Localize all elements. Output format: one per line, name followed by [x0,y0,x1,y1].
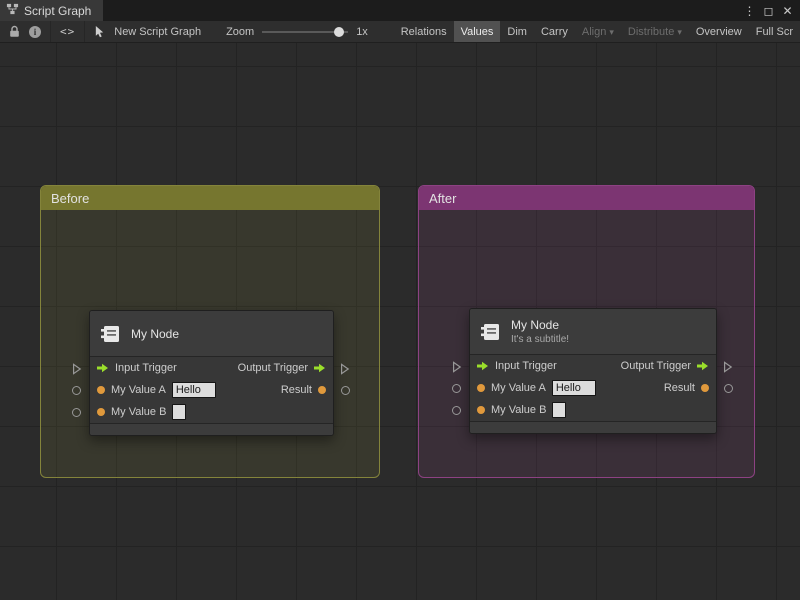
maximize-icon[interactable]: ◻ [760,4,777,18]
node-icon [100,323,122,345]
zoom-label: Zoom [226,25,255,38]
ext-trigger-in-port[interactable] [452,361,462,373]
ext-trigger-out-port[interactable] [723,361,733,373]
graph-toolbar: i <> New Script Graph Zoom 1x Relations … [0,21,800,43]
align-label: Align [581,26,607,38]
port-row-triggers: Input Trigger Output Trigger [90,357,333,379]
group-before[interactable]: Before My Node Input Trigger Output Trig… [40,185,380,478]
group-after-header[interactable]: After [419,186,754,210]
carry-button[interactable]: Carry [534,21,575,42]
zoom-value: 1x [356,25,368,38]
align-dropdown: Align ▾ [575,21,621,42]
ext-result-port[interactable] [724,384,733,393]
group-after-body: My Node It's a subtitle! Input Trigger O… [419,210,754,477]
distribute-dropdown: Distribute ▾ [621,21,689,42]
ext-trigger-in-port[interactable] [72,363,82,375]
group-title: After [429,190,457,206]
group-before-body: My Node Input Trigger Output Trigger My … [41,210,379,477]
values-button[interactable]: Values [453,21,501,42]
node-title: My Node [511,318,560,332]
lock-icon[interactable] [9,25,20,38]
distribute-label: Distribute [627,26,675,38]
toolbar-graph-segment: New Script Graph [85,21,210,42]
value-a-input[interactable] [551,380,596,396]
value-a-port-icon[interactable] [97,386,105,394]
value-a-label: My Value A [491,382,546,394]
chevron-down-icon: ▾ [609,26,614,37]
output-trigger-port-icon[interactable] [314,363,326,373]
port-row-value-a: My Value A Result [470,377,716,399]
toolbar-code-segment: <> [51,21,86,42]
value-b-label: My Value B [491,404,547,416]
result-label: Result [280,384,312,396]
ext-value-b-port[interactable] [452,406,461,415]
ext-value-a-port[interactable] [72,386,81,395]
info-icon[interactable]: i [29,25,41,38]
dim-button[interactable]: Dim [500,21,534,42]
close-icon[interactable]: ✕ [779,4,796,18]
port-row-value-b: My Value B [470,399,716,421]
value-a-port-icon[interactable] [477,384,485,392]
input-trigger-port-icon[interactable] [477,361,489,371]
input-trigger-label: Input Trigger [495,360,557,372]
node-my-node-after[interactable]: My Node It's a subtitle! Input Trigger O… [452,308,733,434]
graph-cursor-icon [94,25,105,38]
relations-button[interactable]: Relations [394,21,454,42]
node-header[interactable]: My Node It's a subtitle! [470,309,716,355]
zoom-slider[interactable] [262,25,349,39]
code-icon[interactable]: <> [60,25,75,38]
node-ports: Input Trigger Output Trigger My Value A … [470,355,716,421]
result-port-icon[interactable] [318,386,326,394]
value-a-input[interactable] [171,382,216,398]
group-after[interactable]: After My Node It's a subtitle! Input Tri… [418,185,755,478]
toolbar-left-icons: i [0,21,51,42]
group-title: Before [51,190,90,206]
value-b-input[interactable] [172,404,187,420]
result-port-icon[interactable] [701,384,709,392]
port-row-triggers: Input Trigger Output Trigger [470,355,716,377]
value-a-label: My Value A [111,384,166,396]
value-b-input[interactable] [552,402,567,418]
node-subtitle: It's a subtitle! [511,334,570,345]
ext-result-port[interactable] [341,386,350,395]
output-trigger-label: Output Trigger [237,362,308,374]
node-ports: Input Trigger Output Trigger My Value A … [90,357,333,423]
tab-script-graph[interactable]: Script Graph [0,0,104,21]
zoom-control: Zoom 1x [210,21,377,42]
value-b-port-icon[interactable] [97,408,105,416]
node-header[interactable]: My Node [90,311,333,357]
window-controls: ⋮ ◻ ✕ [741,0,800,21]
output-trigger-port-icon[interactable] [697,361,709,371]
node-footer [470,421,716,433]
script-graph-icon [6,3,19,18]
tab-title: Script Graph [24,3,92,18]
overview-button[interactable]: Overview [689,21,749,42]
graph-name-label[interactable]: New Script Graph [114,26,201,38]
node-footer [90,423,333,435]
result-label: Result [663,382,695,394]
node-title: My Node [131,326,180,341]
window-tab-bar: Script Graph ⋮ ◻ ✕ [0,0,800,21]
value-b-port-icon[interactable] [477,406,485,414]
fullscreen-button[interactable]: Full Scr [749,21,800,42]
ext-value-b-port[interactable] [72,408,81,417]
input-trigger-port-icon[interactable] [97,363,109,373]
ext-trigger-out-port[interactable] [340,363,350,375]
toolbar-buttons: Relations Values Dim Carry Align ▾ Distr… [394,21,800,42]
window-menu-icon[interactable]: ⋮ [741,4,758,18]
zoom-slider-handle[interactable] [334,26,345,37]
port-row-value-b: My Value B [90,401,333,423]
input-trigger-label: Input Trigger [115,362,177,374]
node-icon [480,321,502,343]
output-trigger-label: Output Trigger [620,360,691,372]
chevron-down-icon: ▾ [677,26,682,37]
value-b-label: My Value B [111,406,167,418]
node-my-node-before[interactable]: My Node Input Trigger Output Trigger My … [72,310,350,436]
graph-canvas[interactable]: Before My Node Input Trigger Output Trig… [0,43,800,600]
tab-bar-spacer [103,0,741,21]
port-row-value-a: My Value A Result [90,379,333,401]
group-before-header[interactable]: Before [41,186,379,210]
ext-value-a-port[interactable] [452,384,461,393]
